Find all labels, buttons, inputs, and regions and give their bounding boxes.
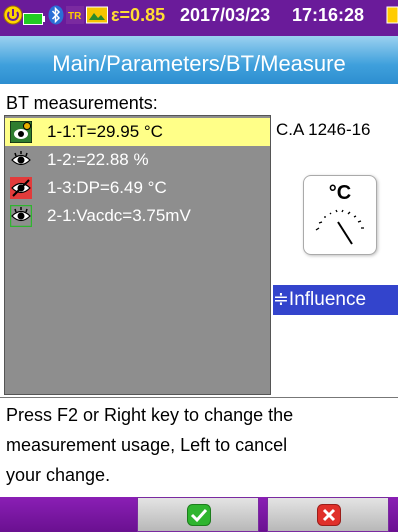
measurement-label: 1-3:DP=6.49 °C (47, 178, 167, 197)
eye-icon (10, 205, 32, 227)
measurement-label: 1-1:T=29.95 °C (47, 122, 163, 141)
help-line: measurement usage, Left to cancel (6, 435, 288, 455)
device-panel: C.A 1246-16 °C ≑Influence (273, 115, 398, 395)
image-icon (86, 6, 108, 24)
status-time: 17:16:28 (292, 5, 365, 25)
function-key-bar (0, 497, 398, 532)
battery-icon (23, 13, 45, 25)
measurement-row[interactable]: 2-1:Vacdc=3.75mV (5, 202, 270, 230)
status-bar: TR ε=0.85 2017/03/23 17:16:28 (0, 0, 398, 36)
svg-text:TR: TR (68, 11, 82, 22)
influence-button[interactable]: ≑Influence (273, 285, 398, 315)
analog-gauge-icon: °C (303, 175, 377, 255)
cancel-button[interactable] (267, 497, 389, 532)
measurement-label: 1-2:=22.88 % (47, 150, 149, 169)
eye-disabled-icon (10, 177, 32, 199)
gauge-unit: °C (328, 182, 352, 204)
emissivity: ε=0.85 (111, 5, 166, 25)
power-icon (3, 5, 23, 25)
f3-key[interactable] (259, 497, 267, 532)
measurement-row[interactable]: 1-1:T=29.95 °C (5, 118, 270, 146)
eye-icon (10, 149, 32, 171)
f5-key[interactable] (389, 497, 398, 532)
help-line: Press F2 or Right key to change the (6, 405, 294, 425)
bluetooth-icon (48, 5, 64, 25)
gauge-dial (315, 209, 364, 245)
memory-icon (386, 6, 398, 24)
measurement-row[interactable]: 1-3:DP=6.49 °C (5, 174, 270, 202)
ok-button[interactable] (137, 497, 259, 532)
status-date: 2017/03/23 (180, 5, 271, 25)
active-eye-icon (10, 121, 32, 143)
x-icon (317, 504, 341, 526)
breadcrumb: Main/Parameters/BT/Measure (0, 36, 398, 87)
help-line: your change. (6, 465, 111, 485)
measurement-list: 1-1:T=29.95 °C 1-2:=22.88 % 1-3:DP=6.49 … (4, 115, 271, 395)
check-icon (187, 504, 211, 526)
device-name: C.A 1246-16 (276, 120, 371, 139)
thermal-icon: TR (66, 6, 84, 24)
breadcrumb-text: Main/Parameters/BT/Measure (52, 51, 346, 76)
help-text: Press F2 or Right key to change the meas… (0, 397, 398, 497)
f1-key[interactable] (0, 497, 137, 532)
section-label: BT measurements: (6, 93, 158, 113)
measurement-row[interactable]: 1-2:=22.88 % (5, 146, 270, 174)
measurement-label: 2-1:Vacdc=3.75mV (47, 206, 191, 225)
